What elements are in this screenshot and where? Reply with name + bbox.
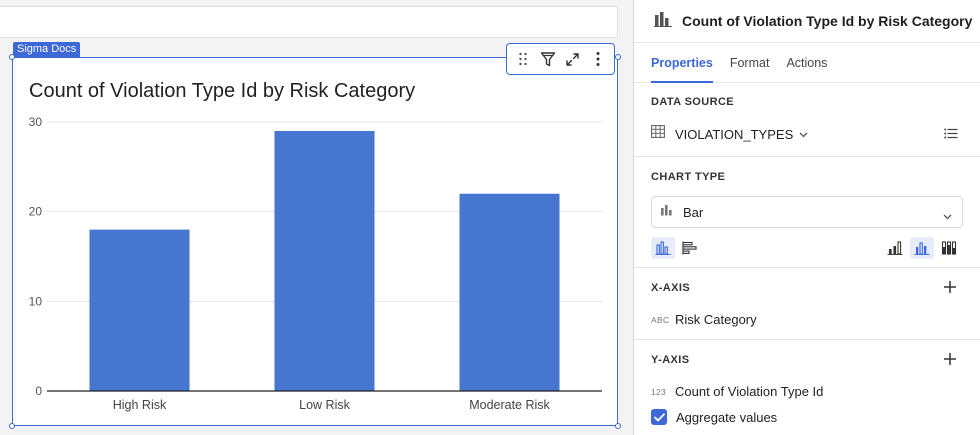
table-icon [651, 125, 665, 143]
bar-chart-icon [654, 11, 672, 32]
x-tick-label: High Risk [113, 398, 167, 412]
panel-title: Count of Violation Type Id by Risk Categ… [682, 13, 973, 29]
aggregate-values-label: Aggregate values [676, 409, 778, 425]
chevron-down-icon [943, 207, 952, 225]
y-tick-label: 20 [29, 205, 43, 219]
x-axis-field[interactable]: ABC Risk Category [651, 312, 757, 327]
stacked-bar-icon[interactable] [883, 237, 907, 259]
aggregate-values-checkbox[interactable]: Aggregate values [651, 409, 777, 425]
data-source-label: DATA SOURCE [651, 96, 735, 108]
horizontal-bar-orientation-icon[interactable] [678, 237, 702, 259]
text-type-icon: ABC [651, 314, 670, 325]
y-tick-label: 10 [29, 294, 43, 308]
bar-chart-icon [660, 203, 674, 221]
y-axis-field[interactable]: 123 Count of Violation Type Id [651, 384, 823, 399]
bar[interactable] [274, 130, 375, 391]
list-icon[interactable] [944, 126, 958, 144]
y-axis-field-name: Count of Violation Type Id [675, 384, 824, 399]
x-tick-label: Moderate Risk [469, 398, 550, 412]
number-type-icon: 123 [651, 386, 667, 397]
more-options-icon[interactable] [587, 48, 609, 70]
chart-type-label: CHART TYPE [651, 171, 726, 183]
y-tick-label: 0 [35, 384, 42, 398]
expand-icon[interactable] [562, 48, 584, 70]
data-source-selector[interactable]: VIOLATION_TYPES [651, 125, 808, 143]
filter-icon[interactable] [537, 48, 559, 70]
bar[interactable] [459, 193, 560, 391]
x-tick-label: Low Risk [299, 398, 350, 412]
vertical-bar-orientation-icon[interactable] [651, 237, 675, 259]
hundred-percent-bar-icon[interactable] [937, 237, 961, 259]
x-axis-label: X-AXIS [651, 282, 691, 294]
y-tick-label: 30 [29, 115, 43, 129]
workbook-canvas: Sigma Docs Count of Violation Type Id by… [0, 0, 634, 435]
chevron-down-icon [799, 125, 808, 143]
tab-properties[interactable]: Properties [651, 43, 713, 83]
panel-tabs: Properties Format Actions [634, 43, 980, 83]
panel-header: Count of Violation Type Id by Risk Categ… [634, 0, 980, 43]
drag-handle-icon[interactable] [512, 48, 534, 70]
chart-toolbar [506, 43, 615, 75]
data-source-section [634, 83, 980, 157]
bar[interactable] [89, 229, 190, 391]
add-y-axis-plus-icon[interactable] [943, 352, 959, 368]
properties-panel: Count of Violation Type Id by Risk Categ… [634, 0, 980, 435]
tab-format[interactable]: Format [730, 43, 770, 82]
y-axis-label: Y-AXIS [651, 354, 690, 366]
x-axis-field-name: Risk Category [675, 312, 757, 327]
x-axis-section [634, 268, 980, 340]
checkmark-icon[interactable] [651, 409, 667, 425]
data-source-name: VIOLATION_TYPES [675, 126, 794, 142]
tab-actions[interactable]: Actions [786, 43, 827, 82]
chart-type-value: Bar [683, 204, 704, 220]
grouped-bar-icon[interactable] [910, 237, 934, 259]
add-x-axis-plus-icon[interactable] [943, 280, 959, 296]
chart-type-select[interactable]: Bar [651, 196, 963, 228]
